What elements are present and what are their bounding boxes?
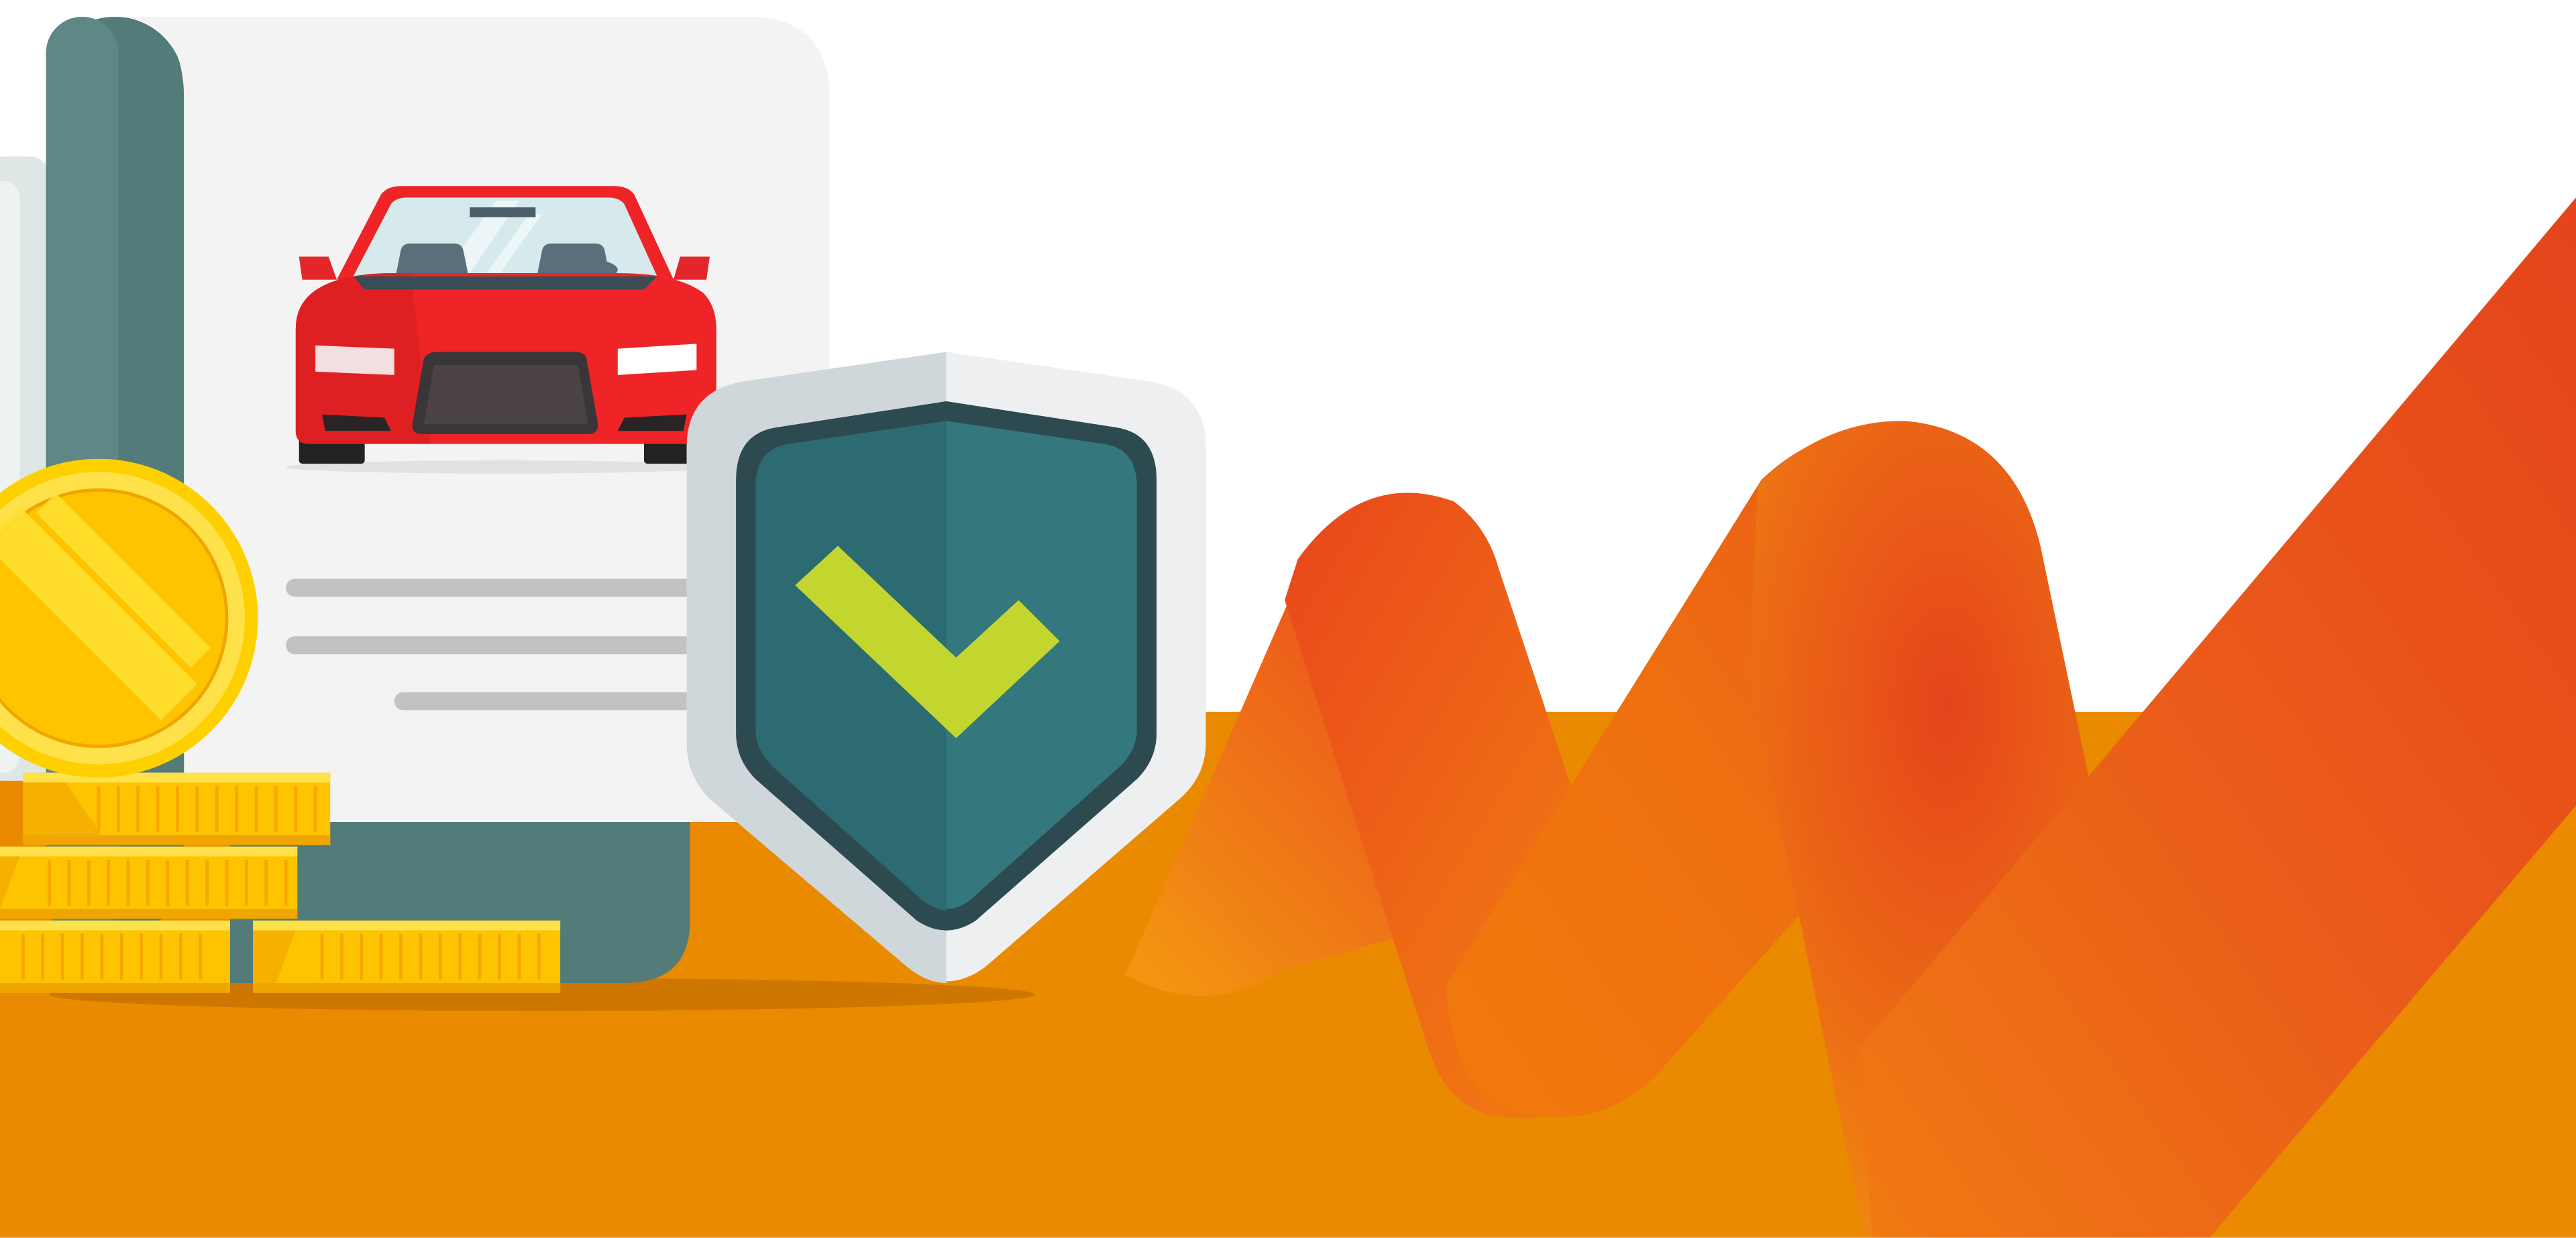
document-line <box>394 692 697 711</box>
illustration-canvas <box>0 0 2576 1238</box>
car-insurance-illustration <box>0 16 2576 1238</box>
document-line <box>286 636 697 655</box>
coin-icon <box>0 458 258 778</box>
document-line <box>286 578 697 597</box>
